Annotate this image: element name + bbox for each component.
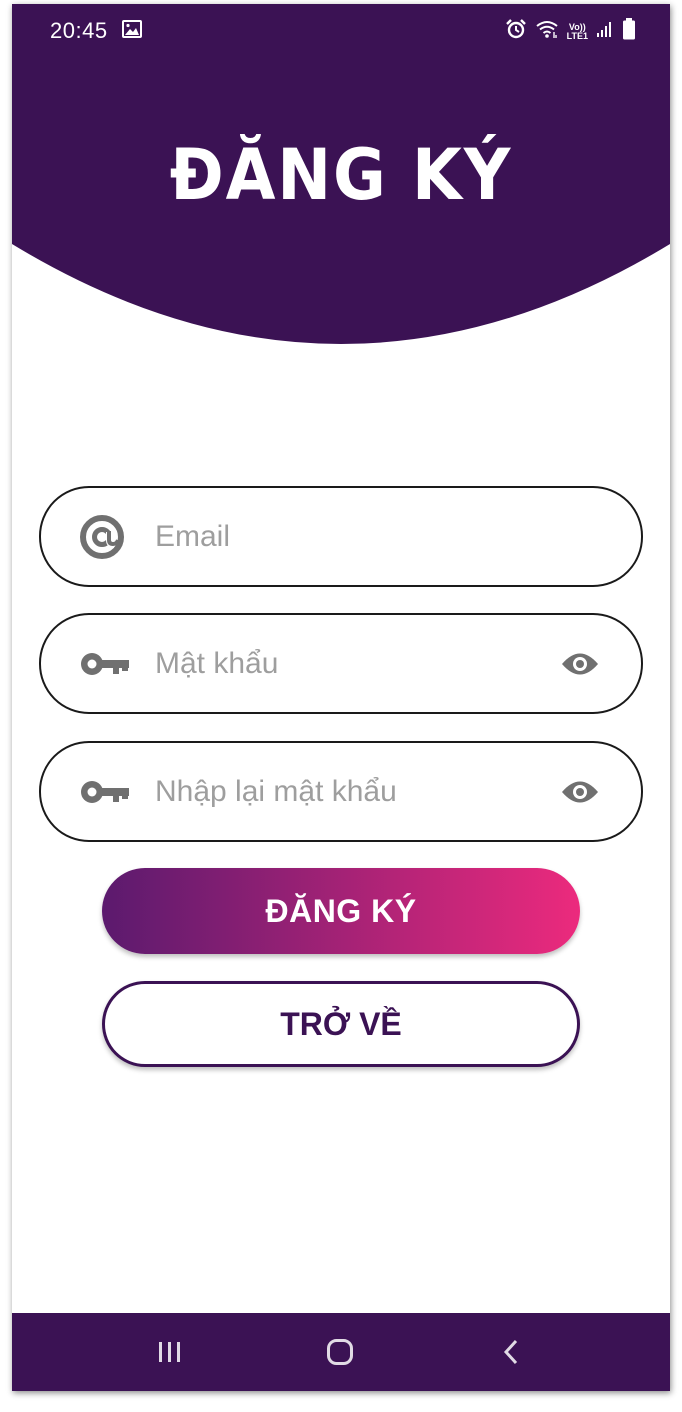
signal-icon (596, 20, 614, 43)
key-icon (79, 615, 131, 712)
status-icons: Vo)) LTE1 (505, 18, 636, 45)
page-title: ĐĂNG KÝ (169, 134, 513, 216)
confirm-password-field[interactable] (39, 741, 643, 842)
eye-icon[interactable] (561, 743, 599, 840)
key-icon (79, 743, 131, 840)
confirm-password-input[interactable] (155, 743, 545, 840)
email-field[interactable] (39, 486, 643, 587)
recent-apps-icon[interactable] (157, 1313, 183, 1391)
alarm-icon (505, 18, 527, 45)
wifi-icon (535, 19, 559, 44)
volte-bottom-label: LTE1 (566, 30, 588, 41)
battery-icon (622, 18, 636, 45)
app-screen: 20:45 Vo)) LTE1 ĐĂNG KÝ Email ĐĂNG KÝ TR… (12, 4, 670, 1391)
volte-indicator: Vo)) LTE1 (566, 22, 588, 41)
status-bar: 20:45 Vo)) LTE1 (12, 4, 670, 56)
home-icon[interactable] (326, 1313, 354, 1391)
navigation-bar (12, 1313, 670, 1391)
password-input[interactable] (155, 615, 545, 712)
register-button[interactable]: ĐĂNG KÝ (102, 868, 580, 954)
email-input[interactable] (155, 488, 545, 585)
back-icon[interactable] (502, 1313, 520, 1391)
status-time: 20:45 (50, 18, 108, 43)
eye-icon[interactable] (561, 615, 599, 712)
gallery-icon (122, 20, 142, 43)
at-icon (79, 488, 125, 585)
password-field[interactable] (39, 613, 643, 714)
back-button[interactable]: TRỞ VỀ (102, 981, 580, 1067)
